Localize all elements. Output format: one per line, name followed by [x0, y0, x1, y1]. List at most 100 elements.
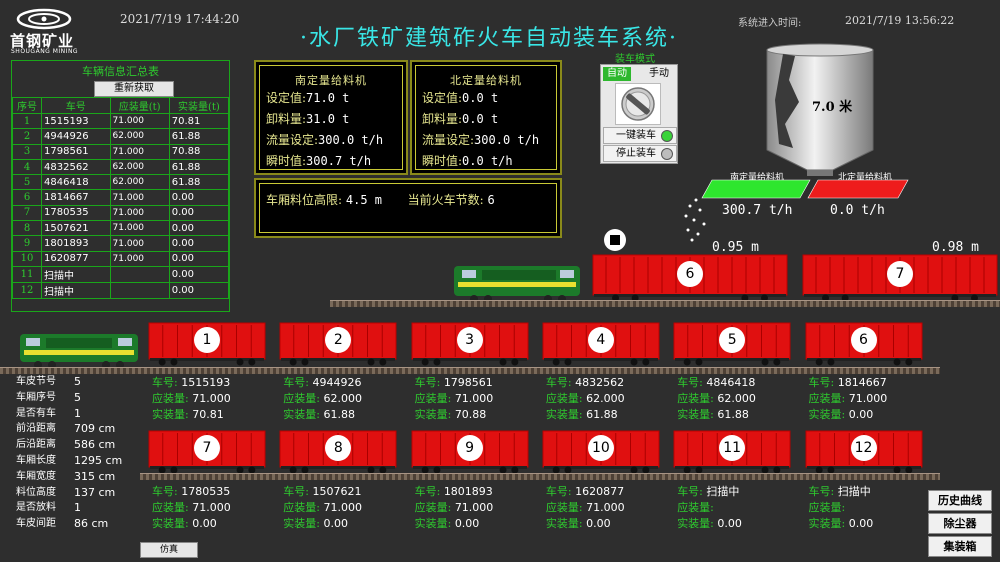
refresh-button[interactable]: 重新获取	[94, 81, 174, 97]
actual-value: 0.00	[454, 517, 480, 530]
car-info-5: 车号: 4846418 应装量: 62.000 实装量: 61.88	[677, 375, 756, 423]
container-button[interactable]: 集装箱	[928, 536, 992, 557]
car-status-list: 车皮节号 5 车厢序号 5 是否有车 1 前沿距离 709 cm 后沿距离 586 cm 车厢长度 1…	[16, 374, 122, 532]
south-feeder-row: 设定值:71.0 t	[260, 88, 402, 109]
column-header: 车号	[41, 97, 111, 114]
north-feeder-key: 卸料量:	[422, 112, 463, 126]
column-header: 序号	[11, 97, 43, 114]
car-info-1: 车号: 1515193 应装量: 71.000 实装量: 70.81	[152, 375, 231, 423]
cell-actual: 0.00	[168, 220, 230, 237]
table-row[interactable]: 7 1780535 71.000 0.00	[11, 204, 230, 222]
cell-plan: 62.000	[109, 158, 170, 176]
freight-car-4: 4	[542, 322, 660, 368]
table-row[interactable]: 5 4846418 62.000 61.88	[11, 174, 230, 191]
freight-car-4-number: 4	[596, 332, 606, 348]
car-info-2: 车号: 4944926 应装量: 62.000 实装量: 61.88	[283, 375, 362, 423]
south-feeder-row: 瞬时值:300.7 t/h	[260, 151, 402, 172]
table-row[interactable]: 12 扫描中 0.00	[11, 281, 230, 299]
north-feeder-value: 0.0 t	[462, 112, 499, 126]
north-feeder-key: 瞬时值:	[422, 154, 463, 168]
south-feeder-value: 300.7 t/h	[306, 154, 372, 168]
south-feeder-panel: 南定量给料机 设定值:71.0 t 卸料量:31.0 t 流量设定:300.0 t/…	[254, 60, 408, 175]
table-row[interactable]: 2 4944926 62.000 61.88	[11, 128, 230, 145]
cell-actual: 0.00	[168, 204, 230, 222]
mode-switch-knob-icon[interactable]	[615, 83, 661, 125]
car-info-8: 车号: 1507621 应装量: 71.000 实装量: 0.00	[283, 484, 362, 532]
south-feeder-row: 卸料量:31.0 t	[260, 109, 402, 130]
actual-value: 61.88	[717, 408, 749, 421]
cell-no: 1515193	[41, 112, 111, 130]
locomotive-icon	[454, 266, 580, 303]
status-value: 709 cm	[74, 422, 116, 436]
table-row[interactable]: 6 1814667 71.000 0.00	[11, 189, 230, 206]
car-no-label: 车号:	[152, 376, 178, 389]
table-row[interactable]: 3 1798561 71.000 70.88	[11, 143, 230, 160]
car-info-6: 车号: 1814667 应装量: 71.000 实装量: 0.00	[809, 375, 888, 423]
table-row[interactable]: 4 4832562 62.000 61.88	[11, 158, 230, 176]
plan-label: 应装量:	[152, 501, 189, 514]
north-feeder-value: 0.0 t	[462, 91, 499, 105]
column-header: 实装量(t)	[168, 97, 230, 114]
manual-mode-button[interactable]: 手动	[645, 67, 673, 81]
table-row[interactable]: 11 扫描中 0.00	[11, 265, 230, 283]
car-no-value: 1515193	[181, 376, 231, 389]
one-key-load-label: 一键装车	[616, 130, 656, 141]
cell-actual: 0.00	[168, 235, 230, 252]
plan-value: 62.000	[586, 392, 625, 405]
actual-label: 实装量:	[414, 517, 452, 530]
simulate-button[interactable]: 仿真	[140, 542, 198, 558]
south-feeder-key: 卸料量:	[266, 112, 307, 126]
freight-car-10-number: 10	[591, 440, 610, 456]
status-item: 是否放料 1	[16, 500, 81, 516]
actual-value: 0.00	[717, 517, 742, 530]
cell-no: 1814667	[41, 189, 111, 206]
locomotive-row1-icon	[20, 334, 138, 369]
cell-plan: 62.000	[109, 128, 170, 145]
cell-idx: 3	[11, 143, 43, 160]
car-info-12: 车号: 扫描中 应装量: 实装量: 0.00	[809, 484, 874, 532]
car-no-label: 车号:	[414, 485, 441, 498]
cell-actual: 0.00	[168, 250, 230, 267]
actual-label: 实装量:	[283, 408, 321, 421]
loading-car-7: 7	[802, 254, 998, 304]
status-item: 料位高度 137 cm	[16, 485, 115, 501]
freight-car-10: 10	[542, 430, 660, 476]
car-no-value: 4944926	[312, 376, 362, 389]
table-row[interactable]: 8 1507621 71.000 0.00	[11, 220, 230, 237]
stop-load-button[interactable]: 停止装车	[603, 145, 677, 162]
plan-value: 71.000	[454, 392, 494, 405]
cell-no: 1780535	[41, 204, 111, 222]
freight-car-12-number-badge: 12	[850, 435, 877, 461]
cell-no: 1620877	[41, 250, 111, 267]
table-row[interactable]: 9 1801893 71.000 0.00	[11, 235, 230, 252]
car-7-distance: 0.98 m	[932, 240, 979, 255]
car-no-label: 车号:	[808, 376, 835, 389]
freight-car-1: 1	[148, 322, 266, 368]
freight-car-10-number-badge: 10	[587, 435, 614, 461]
plan-label: 应装量:	[414, 392, 452, 405]
freight-car-9-number: 9	[465, 440, 475, 456]
table-row[interactable]: 1 1515193 71.000 70.81	[11, 112, 230, 130]
freight-car-9-number-badge: 9	[456, 435, 483, 461]
car-no-value: 1620877	[575, 485, 625, 498]
entry-time-value: 2021/7/19 13:56:22	[845, 14, 955, 27]
dust-collector-button[interactable]: 除尘器	[928, 513, 992, 534]
plan-value: 71.000	[454, 501, 494, 514]
car-no-value: 扫描中	[837, 485, 871, 498]
freight-car-3: 3	[411, 322, 529, 368]
one-key-load-button[interactable]: 一键装车	[603, 127, 677, 144]
freight-car-8: 8	[279, 430, 397, 476]
cell-idx: 1	[11, 112, 43, 130]
cell-actual: 70.81	[168, 112, 230, 130]
table-row[interactable]: 10 1620877 71.000 0.00	[11, 250, 230, 267]
freight-car-1-number-badge: 1	[194, 327, 220, 353]
car-no-value: 1507621	[312, 485, 362, 498]
cell-no: 4846418	[41, 174, 111, 191]
current-clock: 2021/7/19 17:44:20	[120, 12, 240, 26]
actual-label: 实装量:	[283, 517, 321, 530]
history-curve-button[interactable]: 历史曲线	[928, 490, 992, 511]
actual-label: 实装量:	[808, 408, 846, 421]
auto-mode-button[interactable]: 自动	[603, 67, 631, 81]
cell-actual: 61.88	[168, 174, 230, 191]
column-header: 应装量(t)	[109, 97, 170, 114]
